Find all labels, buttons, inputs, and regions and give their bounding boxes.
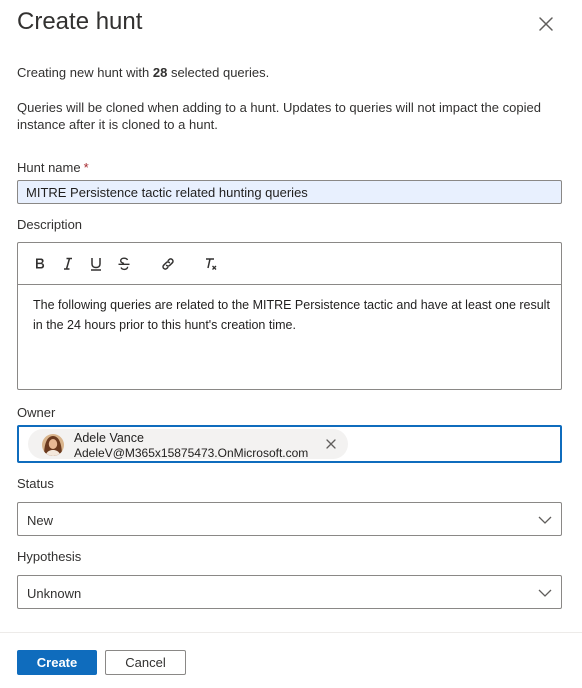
panel-title: Create hunt	[17, 8, 143, 35]
hypothesis-dropdown[interactable]: Unknown	[17, 575, 562, 609]
footer-divider	[0, 632, 582, 633]
bold-icon	[36, 258, 45, 269]
owner-picker[interactable]: Adele Vance AdeleV@M365x15875473.OnMicro…	[17, 425, 562, 463]
clear-format-icon	[206, 258, 217, 270]
description-editor[interactable]: The following queries are related to the…	[17, 242, 562, 390]
owner-persona: Adele Vance AdeleV@M365x15875473.OnMicro…	[28, 429, 348, 460]
editor-toolbar	[18, 243, 561, 285]
bold-button[interactable]	[29, 253, 51, 275]
avatar	[42, 434, 64, 456]
selected-count: 28	[152, 65, 168, 80]
owner-label: Owner	[17, 405, 56, 420]
status-label: Status	[17, 476, 54, 491]
hypothesis-label: Hypothesis	[17, 549, 82, 564]
required-mark: *	[83, 160, 89, 175]
description-label: Description	[17, 217, 83, 232]
close-icon	[539, 17, 553, 31]
description-text[interactable]: The following queries are related to the…	[33, 295, 551, 335]
link-icon	[162, 258, 174, 270]
clear-format-button[interactable]	[200, 253, 222, 275]
hunt-name-label: Hunt name *	[17, 160, 89, 175]
close-button[interactable]	[534, 12, 558, 36]
status-dropdown[interactable]: New	[17, 502, 562, 536]
italic-icon	[64, 257, 72, 270]
owner-name: Adele Vance	[74, 431, 144, 445]
underline-icon	[91, 258, 101, 271]
remove-owner-button[interactable]	[324, 437, 338, 451]
strikethrough-button[interactable]	[113, 253, 135, 275]
strikethrough-icon	[118, 257, 130, 271]
owner-email: AdeleV@M365x15875473.OnMicrosoft.com	[74, 446, 309, 460]
clone-note: Queries will be cloned when adding to a …	[17, 100, 541, 132]
italic-button[interactable]	[57, 253, 79, 275]
chevron-down-icon	[538, 516, 552, 524]
underline-button[interactable]	[85, 253, 107, 275]
close-icon	[326, 439, 336, 449]
intro-text: Creating new hunt with 28 selected queri…	[17, 65, 270, 80]
hypothesis-value: Unknown	[27, 586, 82, 601]
chevron-down-icon	[538, 589, 552, 597]
cancel-button[interactable]: Cancel	[105, 650, 186, 675]
status-value: New	[27, 513, 54, 528]
create-button[interactable]: Create	[17, 650, 97, 675]
hunt-name-input[interactable]	[17, 180, 562, 204]
link-button[interactable]	[157, 253, 179, 275]
